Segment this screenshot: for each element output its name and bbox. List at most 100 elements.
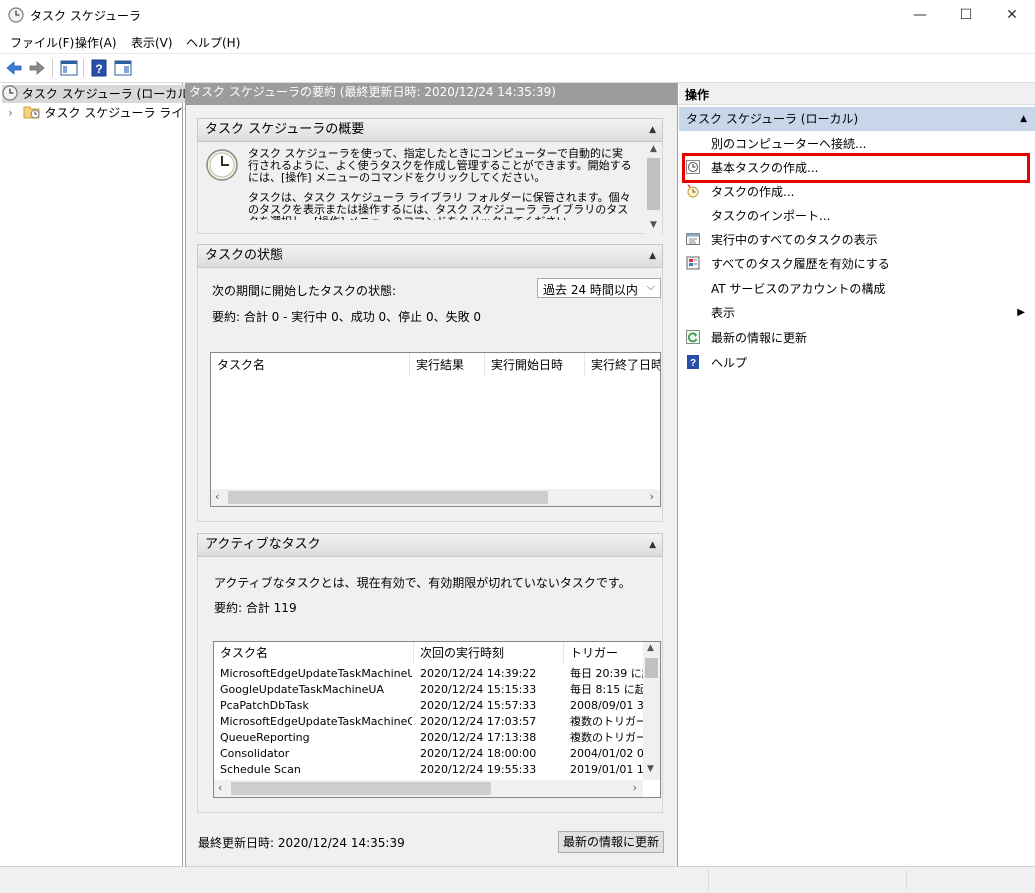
scroll-thumb[interactable]: [231, 782, 491, 795]
task-history-icon: [686, 256, 700, 270]
action-label: ヘルプ: [711, 356, 748, 370]
task-status-header[interactable]: タスクの状態 ▲: [197, 244, 663, 268]
window-title: タスク スケジューラ: [30, 9, 141, 23]
scroll-down-icon[interactable]: ▼: [650, 220, 657, 230]
close-button[interactable]: ✕: [989, 0, 1035, 31]
tree-item-local[interactable]: タスク スケジューラ (ローカル): [2, 85, 198, 103]
task-status-body: 次の期間に開始したタスクの状態: 過去 24 時間以内 ⌵ 要約: 合計 0 -…: [197, 268, 663, 522]
column-header[interactable]: 実行終了日時: [585, 353, 660, 377]
collapse-icon[interactable]: ▲: [1020, 107, 1027, 131]
column-header[interactable]: 実行開始日時: [485, 353, 585, 377]
highlight-box: [682, 153, 1030, 183]
table-row[interactable]: Schedule Scan 2020/12/24 19:55:33 2019/0…: [214, 762, 644, 778]
scroll-down-icon[interactable]: ▼: [647, 764, 654, 774]
menu-file[interactable]: ファイル(F): [10, 34, 74, 51]
task-status-grid: タスク名 実行結果 実行開始日時 実行終了日時 ‹ ›: [210, 352, 661, 507]
period-select-value: 過去 24 時間以内: [543, 283, 638, 297]
menu-bar: ファイル(F) 操作(A) 表示(V) ヘルプ(H): [0, 31, 1035, 54]
scroll-thumb[interactable]: [647, 158, 660, 210]
show-hide-tree-icon[interactable]: [59, 58, 79, 78]
table-row[interactable]: MicrosoftEdgeUpdateTaskMachineUA 2020/12…: [214, 666, 644, 682]
action-create-task[interactable]: タスクの作成...: [679, 180, 1035, 204]
action-enable-task-history[interactable]: すべてのタスク履歴を有効にする: [679, 252, 1035, 276]
action-label: タスクの作成...: [711, 185, 795, 199]
menu-action[interactable]: 操作(A): [75, 34, 117, 51]
show-hide-action-pane-icon[interactable]: [113, 58, 133, 78]
scroll-thumb[interactable]: [645, 658, 658, 678]
refresh-button[interactable]: 最新の情報に更新: [558, 831, 664, 853]
table-row[interactable]: GoogleUpdateTaskMachineUA 2020/12/24 15:…: [214, 682, 644, 698]
cell-task-name: GoogleUpdateTaskMachineUA: [220, 683, 384, 696]
action-refresh[interactable]: 最新の情報に更新: [679, 326, 1035, 350]
vertical-scrollbar[interactable]: ▲ ▼: [643, 642, 660, 780]
status-bar: [0, 866, 1035, 893]
scroll-up-icon[interactable]: ▲: [647, 643, 654, 653]
column-header[interactable]: タスク名: [211, 353, 410, 377]
action-import-task[interactable]: タスクのインポート...: [679, 204, 1035, 228]
status-summary: 要約: 合計 0 - 実行中 0、成功 0、停止 0、失敗 0: [212, 310, 482, 324]
scroll-left-icon[interactable]: ‹: [215, 490, 219, 503]
menu-view[interactable]: 表示(V): [131, 34, 173, 51]
overview-paragraph-1: タスク スケジューラを使って、指定したときにコンピューターで自動的に実行されるよ…: [248, 147, 632, 184]
overview-title: タスク スケジューラの概要: [205, 122, 365, 137]
action-label: すべてのタスク履歴を有効にする: [711, 257, 890, 271]
actions-pane: 操作 タスク スケジューラ (ローカル) ▲ 別のコンピューターへ接続... 基…: [679, 83, 1035, 866]
collapse-icon[interactable]: ▲: [649, 245, 656, 267]
cell-trigger: 2019/01/01 1: [570, 763, 644, 776]
actions-header: 操作: [679, 83, 1035, 105]
scroll-left-icon[interactable]: ‹: [218, 781, 222, 794]
table-row[interactable]: Consolidator 2020/12/24 18:00:00 2004/01…: [214, 746, 644, 762]
toolbar-separator: [52, 59, 53, 77]
active-tasks-body: アクティブなタスクとは、現在有効で、有効期限が切れていないタスクです。 要約: …: [197, 557, 663, 813]
back-arrow-icon[interactable]: [4, 58, 24, 78]
action-label: 最新の情報に更新: [711, 331, 808, 345]
table-row[interactable]: QueueReporting 2020/12/24 17:13:38 複数のトリ…: [214, 730, 644, 746]
actions-group-title: タスク スケジューラ (ローカル): [686, 112, 859, 126]
maximize-button[interactable]: ☐: [943, 0, 989, 31]
collapse-icon[interactable]: ▲: [649, 534, 656, 556]
cell-task-name: MicrosoftEdgeUpdateTaskMachineUA: [220, 667, 412, 680]
last-updated-text: 最終更新日時: 2020/12/24 14:35:39: [198, 836, 405, 850]
toolbar-separator: [83, 59, 84, 77]
navigation-tree: タスク スケジューラ (ローカル) › タスク スケジューラ ライブラリ: [0, 83, 219, 866]
column-header[interactable]: 次回の実行時刻: [414, 642, 564, 664]
action-view[interactable]: 表示 ▶: [679, 301, 1035, 325]
table-row[interactable]: MicrosoftEdgeUpdateTaskMachineC... 2020/…: [214, 714, 644, 730]
collapse-icon[interactable]: ▲: [649, 119, 656, 141]
action-configure-at-account[interactable]: AT サービスのアカウントの構成: [679, 277, 1035, 301]
expander-arrow-icon[interactable]: ›: [8, 106, 13, 120]
horizontal-scrollbar[interactable]: ‹ ›: [214, 780, 643, 797]
minimize-button[interactable]: —: [897, 0, 943, 31]
status-divider: [708, 870, 709, 890]
active-tasks-section: アクティブなタスク ▲ アクティブなタスクとは、現在有効で、有効期限が切れていな…: [197, 533, 663, 813]
active-tasks-header[interactable]: アクティブなタスク ▲: [197, 533, 663, 557]
overview-vscroll[interactable]: ▲ ▼: [645, 142, 662, 234]
action-show-running-tasks[interactable]: 実行中のすべてのタスクの表示: [679, 228, 1035, 252]
cell-task-name: QueueReporting: [220, 731, 310, 744]
clock-icon: [2, 85, 18, 101]
menu-help[interactable]: ヘルプ(H): [186, 34, 240, 51]
overview-header[interactable]: タスク スケジューラの概要 ▲: [197, 118, 663, 142]
folder-clock-icon: [23, 106, 40, 119]
scroll-up-icon[interactable]: ▲: [650, 144, 657, 154]
help-icon[interactable]: ?: [89, 58, 109, 78]
cell-next-run: 2020/12/24 15:57:33: [420, 699, 537, 712]
overview-section: タスク スケジューラの概要 ▲ タスク スケジューラを使って、指定したときにコン…: [197, 118, 663, 234]
actions-group-header[interactable]: タスク スケジューラ (ローカル) ▲: [679, 107, 1035, 131]
scroll-right-icon[interactable]: ›: [650, 490, 654, 503]
chevron-down-icon: ⌵: [646, 280, 655, 293]
period-label: 次の期間に開始したタスクの状態:: [212, 284, 397, 298]
column-header[interactable]: タスク名: [214, 642, 414, 664]
action-help[interactable]: ? ヘルプ: [679, 351, 1035, 375]
task-status-title: タスクの状態: [205, 248, 284, 263]
forward-arrow-icon[interactable]: [27, 58, 47, 78]
period-select[interactable]: 過去 24 時間以内 ⌵: [537, 278, 661, 298]
horizontal-scrollbar[interactable]: ‹ ›: [211, 489, 660, 506]
cell-trigger: 2004/01/02 0: [570, 747, 644, 760]
table-row[interactable]: PcaPatchDbTask 2020/12/24 15:57:33 2008/…: [214, 698, 644, 714]
scroll-thumb[interactable]: [228, 491, 548, 504]
scroll-right-icon[interactable]: ›: [633, 781, 637, 794]
column-header[interactable]: トリガー: [564, 642, 644, 664]
column-header[interactable]: 実行結果: [410, 353, 485, 377]
summary-pane: タスク スケジューラの要約 (最終更新日時: 2020/12/24 14:35:…: [185, 83, 678, 866]
